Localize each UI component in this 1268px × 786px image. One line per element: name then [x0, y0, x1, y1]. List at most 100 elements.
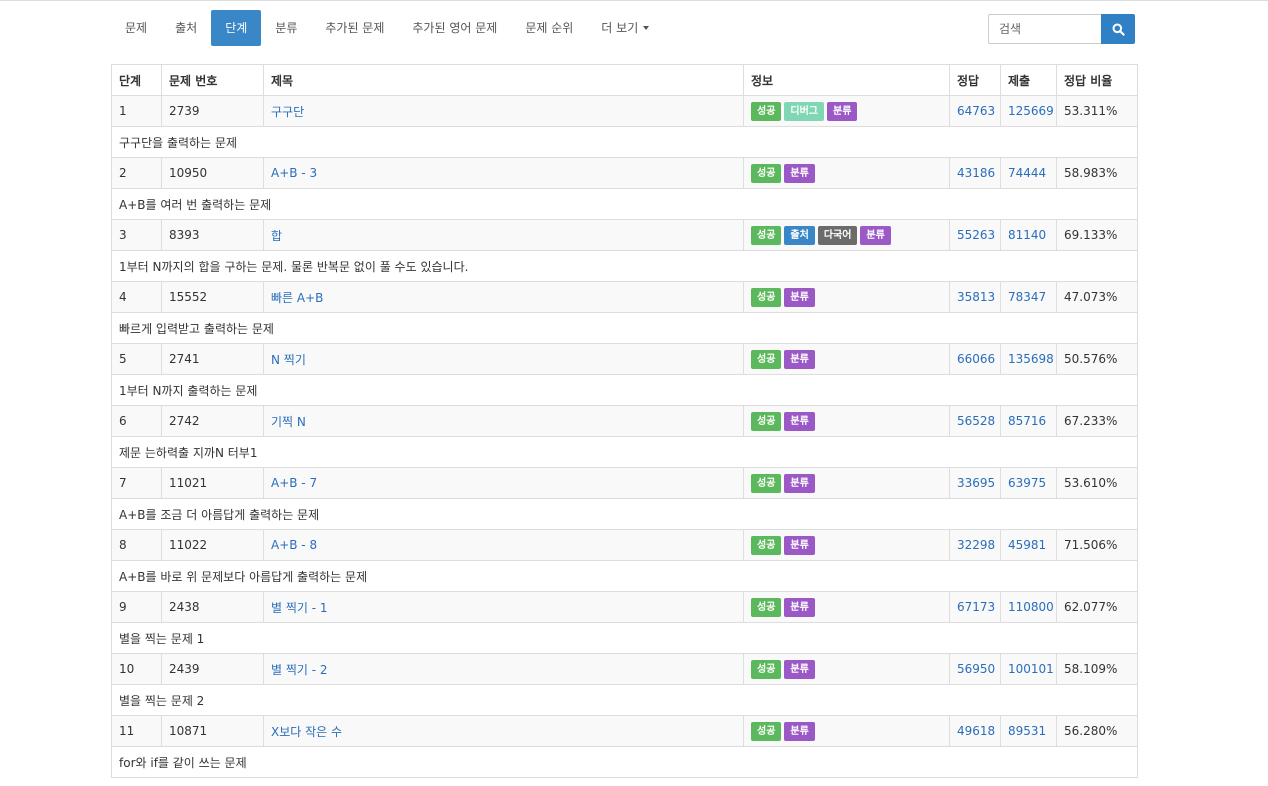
info-cell: 성공 디버그 분류 [743, 95, 950, 127]
title-cell: 빠른 A+B [263, 281, 744, 313]
tab-more[interactable]: 더 보기 [587, 10, 663, 46]
info-label[interactable]: 분류 [784, 349, 815, 369]
step-cell: 7 [111, 467, 162, 499]
correct-cell-link[interactable]: 33695 [957, 476, 995, 490]
submissions-cell-link[interactable]: 100101 [1008, 662, 1054, 676]
submissions-cell: 85716 [1000, 405, 1057, 437]
correct-cell-link[interactable]: 66066 [957, 352, 995, 366]
description-cell: A+B를 여러 번 출력하는 문제 [111, 188, 1138, 220]
info-label[interactable]: 분류 [784, 535, 815, 555]
submissions-cell-link[interactable]: 125669 [1008, 104, 1054, 118]
step-cell: 4 [111, 281, 162, 313]
info-label[interactable]: 분류 [784, 473, 815, 493]
tab-problems[interactable]: 문제 [111, 10, 161, 46]
title-cell-link[interactable]: A+B - 7 [271, 476, 317, 490]
tab-category[interactable]: 분류 [261, 10, 311, 46]
info-label[interactable]: 분류 [784, 411, 815, 431]
ratio-cell: 69.133% [1056, 219, 1138, 251]
description-cell: 별을 찍는 문제 1 [111, 622, 1138, 654]
table-row: 7 11021 A+B - 7 성공 분류 33695 63975 53.610% [111, 467, 1138, 499]
info-label[interactable]: 성공 [751, 411, 782, 431]
correct-cell-link[interactable]: 64763 [957, 104, 995, 118]
submissions-cell-link[interactable]: 81140 [1008, 228, 1046, 242]
tab-steps[interactable]: 단계 [211, 10, 262, 46]
header-submissions[interactable]: 제출 [1000, 64, 1057, 96]
tab-problem-ranking[interactable]: 문제 순위 [511, 10, 587, 46]
info-label[interactable]: 분류 [860, 225, 891, 245]
header-ratio[interactable]: 정답 비율 [1056, 64, 1138, 96]
submissions-cell-link[interactable]: 74444 [1008, 166, 1046, 180]
tab-added-english-problems[interactable]: 추가된 영어 문제 [398, 10, 511, 46]
title-cell-link[interactable]: A+B - 3 [271, 166, 317, 180]
info-label[interactable]: 출처 [784, 225, 815, 245]
problem-id-cell: 10950 [161, 157, 264, 189]
submissions-cell-link[interactable]: 89531 [1008, 724, 1046, 738]
info-label[interactable]: 디버그 [784, 101, 825, 121]
correct-cell-link[interactable]: 49618 [957, 724, 995, 738]
tab-label: 문제 [125, 21, 148, 35]
submissions-cell-link[interactable]: 63975 [1008, 476, 1046, 490]
ratio-cell: 67.233% [1056, 405, 1138, 437]
title-cell-link[interactable]: 별 찍기 - 1 [271, 601, 328, 615]
info-label[interactable]: 성공 [751, 287, 782, 307]
submissions-cell-link[interactable]: 45981 [1008, 538, 1046, 552]
problem-id-cell: 11022 [161, 529, 264, 561]
submissions-cell: 45981 [1000, 529, 1057, 561]
table-row: 3 8393 합 성공 출처 다국어 분류 55263 81140 69.133% [111, 219, 1138, 251]
info-label[interactable]: 성공 [751, 163, 782, 183]
info-label[interactable]: 분류 [784, 287, 815, 307]
title-cell-link[interactable]: 빠른 A+B [271, 291, 323, 305]
ratio-cell: 47.073% [1056, 281, 1138, 313]
info-label[interactable]: 성공 [751, 225, 782, 245]
correct-cell-link[interactable]: 35813 [957, 290, 995, 304]
description-cell: 빠르게 입력받고 출력하는 문제 [111, 312, 1138, 344]
info-label[interactable]: 분류 [784, 721, 815, 741]
title-cell-link[interactable]: N 찍기 [271, 353, 306, 367]
info-label[interactable]: 성공 [751, 473, 782, 493]
correct-cell-link[interactable]: 55263 [957, 228, 995, 242]
header-title[interactable]: 제목 [263, 64, 744, 96]
step-cell: 11 [111, 715, 162, 747]
tab-source[interactable]: 출처 [161, 10, 211, 46]
info-label[interactable]: 분류 [827, 101, 858, 121]
info-cell: 성공 분류 [743, 715, 950, 747]
info-label[interactable]: 성공 [751, 597, 782, 617]
header-step[interactable]: 단계 [111, 64, 162, 96]
submissions-cell-link[interactable]: 85716 [1008, 414, 1046, 428]
search-input[interactable] [988, 14, 1101, 44]
correct-cell-link[interactable]: 32298 [957, 538, 995, 552]
info-label[interactable]: 성공 [751, 659, 782, 679]
info-label[interactable]: 성공 [751, 535, 782, 555]
tab-added-problems[interactable]: 추가된 문제 [311, 10, 398, 46]
info-label[interactable]: 분류 [784, 597, 815, 617]
title-cell-link[interactable]: 별 찍기 - 2 [271, 663, 328, 677]
info-label[interactable]: 성공 [751, 101, 782, 121]
correct-cell-link[interactable]: 56528 [957, 414, 995, 428]
submissions-cell-link[interactable]: 135698 [1008, 352, 1054, 366]
header-problem-id[interactable]: 문제 번호 [161, 64, 264, 96]
correct-cell-link[interactable]: 43186 [957, 166, 995, 180]
info-label[interactable]: 분류 [784, 659, 815, 679]
description-row: 별을 찍는 문제 2 [111, 684, 1138, 716]
info-label[interactable]: 성공 [751, 721, 782, 741]
info-cell: 성공 분류 [743, 343, 950, 375]
info-label[interactable]: 성공 [751, 349, 782, 369]
title-cell-link[interactable]: 구구단 [271, 105, 304, 119]
header-correct[interactable]: 정답 [949, 64, 1001, 96]
submissions-cell-link[interactable]: 110800 [1008, 600, 1054, 614]
submissions-cell: 74444 [1000, 157, 1057, 189]
info-label[interactable]: 다국어 [817, 225, 858, 245]
correct-cell-link[interactable]: 67173 [957, 600, 995, 614]
info-label[interactable]: 분류 [784, 163, 815, 183]
title-cell-link[interactable]: X보다 작은 수 [271, 725, 342, 739]
title-cell-link[interactable]: 합 [271, 229, 282, 243]
search-button[interactable] [1101, 14, 1135, 44]
title-cell-link[interactable]: 기찍 N [271, 415, 306, 429]
info-cell: 성공 분류 [743, 653, 950, 685]
submissions-cell-link[interactable]: 78347 [1008, 290, 1046, 304]
correct-cell-link[interactable]: 56950 [957, 662, 995, 676]
correct-cell: 55263 [949, 219, 1001, 251]
title-cell-link[interactable]: A+B - 8 [271, 538, 317, 552]
submissions-cell: 81140 [1000, 219, 1057, 251]
nav-tabs: 문제 출처 단계 분류 추가된 문제 추가된 영어 문제 문제 순위 더 보기 [111, 10, 663, 46]
